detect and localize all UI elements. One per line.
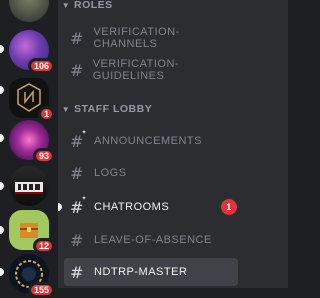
unread-indicator — [58, 203, 62, 211]
unread-indicator — [0, 268, 4, 276]
text-channel-icon: # — [70, 28, 84, 48]
channel-ndtrp-master[interactable]: # NDTRP-MASTER — [64, 258, 238, 286]
channel-name: VERIFICATION-GUIDELINES — [92, 58, 180, 82]
category-label: STAFF LOBBY — [74, 103, 153, 115]
chevron-down-icon: ▼ — [61, 104, 71, 114]
server-avatar — [9, 166, 49, 206]
text-channel-icon: # — [70, 163, 84, 183]
unread-indicator — [0, 226, 4, 234]
channel-name: LOGS — [94, 167, 127, 179]
server-avatar — [9, 0, 49, 22]
server-icon-3[interactable]: 1 — [9, 78, 55, 122]
server-icon-7[interactable]: 155 — [9, 254, 55, 298]
text-channel-icon: # ✦ — [70, 194, 87, 217]
text-channel-icon: # — [70, 60, 84, 80]
text-channel-icon: # — [70, 262, 84, 282]
server-icon-4[interactable]: 93 — [9, 120, 55, 164]
server-icon-1[interactable] — [9, 0, 49, 22]
channel-verification-guidelines[interactable]: # VERIFICATION-GUIDELINES — [64, 56, 238, 84]
category-staff-lobby[interactable]: ▼ STAFF LOBBY — [58, 102, 152, 116]
announcement-channel-icon: # ✦ — [70, 128, 87, 151]
server-icon-5[interactable] — [9, 166, 49, 206]
category-label: ROLES — [74, 0, 113, 11]
channel-leave-of-absence[interactable]: # LEAVE-OF-ABSENCE — [64, 226, 238, 254]
text-channel-icon: # — [70, 230, 84, 250]
server-icon-6[interactable]: 12 — [9, 210, 55, 254]
mention-badge: 106 — [27, 58, 55, 74]
unread-indicator — [0, 134, 4, 142]
unread-indicator — [0, 182, 4, 190]
mention-badge: 1 — [37, 106, 55, 122]
unread-indicator — [0, 86, 4, 94]
category-roles[interactable]: ▼ ROLES — [58, 0, 113, 12]
channel-name: VERIFICATION-CHANNELS — [93, 26, 180, 50]
channel-verification-channels[interactable]: # VERIFICATION-CHANNELS — [64, 24, 238, 52]
channel-announcements[interactable]: # ✦ ANNOUNCEMENTS — [64, 127, 238, 155]
mention-badge: 93 — [32, 148, 55, 164]
unread-indicator — [0, 45, 4, 53]
mention-badge: 12 — [32, 238, 55, 254]
channel-name: CHATROOMS — [94, 201, 170, 213]
mention-badge: 1 — [221, 199, 237, 215]
channel-name: ANNOUNCEMENTS — [94, 135, 202, 147]
server-icon-2[interactable]: 106 — [9, 30, 55, 74]
channel-chatrooms[interactable]: # ✦ CHATROOMS 1 — [58, 193, 238, 221]
channel-list: ▼ ROLES # VERIFICATION-CHANNELS # VERIFI… — [58, 0, 288, 288]
chevron-down-icon: ▼ — [61, 0, 71, 10]
server-rail: 106 1 93 12 155 — [0, 0, 58, 298]
channel-logs[interactable]: # LOGS — [64, 159, 238, 187]
mention-badge: 155 — [27, 282, 55, 298]
channel-name: NDTRP-MASTER — [94, 266, 188, 278]
dead-logo-icon — [15, 182, 43, 194]
channel-name: LEAVE-OF-ABSENCE — [94, 234, 212, 246]
